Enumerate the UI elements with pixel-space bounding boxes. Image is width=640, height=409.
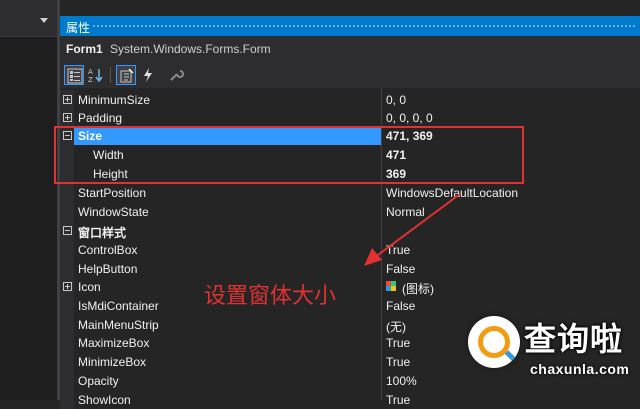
expand-icon[interactable]: [63, 95, 72, 104]
property-name: Padding: [78, 111, 123, 125]
category-name: 窗口样式: [78, 226, 127, 240]
object-selector[interactable]: Form1 System.Windows.Forms.Form: [60, 36, 640, 62]
property-row-windowstate[interactable]: WindowState Normal: [60, 202, 640, 221]
categorized-icon: [67, 68, 83, 84]
svg-text:Z: Z: [88, 76, 93, 83]
property-row-helpbutton[interactable]: HelpButton False: [60, 259, 640, 278]
logo-icon: [468, 316, 520, 368]
alphabetical-button[interactable]: A Z: [86, 65, 106, 85]
highlight-box: [54, 126, 524, 184]
watermark-url: chaxunla.com: [530, 361, 630, 377]
category-row-window-style[interactable]: 窗口样式: [60, 221, 640, 240]
divider: [0, 36, 57, 37]
property-name: HelpButton: [78, 262, 138, 276]
title-grip: [92, 24, 636, 29]
watermark-title: 查询啦: [524, 320, 624, 358]
property-pages-button[interactable]: [166, 65, 186, 85]
expand-icon[interactable]: [63, 113, 72, 122]
property-name: WindowState: [78, 205, 149, 219]
property-value[interactable]: 0, 0, 0, 0: [386, 111, 433, 125]
events-icon: [144, 68, 152, 82]
property-row-icon[interactable]: Icon (图标): [60, 277, 640, 296]
left-pane-header: [0, 0, 57, 36]
property-name: ControlBox: [78, 243, 138, 257]
object-type: System.Windows.Forms.Form: [110, 42, 271, 56]
properties-toolbar: A Z: [60, 62, 640, 88]
categorized-button[interactable]: [64, 65, 84, 85]
expand-icon[interactable]: [63, 282, 72, 291]
svg-text:A: A: [88, 68, 93, 76]
properties-icon: [120, 68, 134, 83]
property-value[interactable]: 0, 0: [386, 93, 406, 107]
watermark-logo: 查询啦 chaxunla.com: [458, 306, 640, 400]
property-value[interactable]: False: [386, 299, 415, 313]
property-name: IsMdiContainer: [78, 299, 159, 313]
property-name: Icon: [78, 280, 101, 294]
property-value[interactable]: (图标): [402, 280, 434, 297]
panel-title-bar: 属性: [60, 16, 640, 36]
alphabetical-icon: A Z: [88, 68, 103, 83]
property-name: MainMenuStrip: [78, 318, 159, 332]
arrow-icon: [364, 193, 461, 266]
property-name: MinimizeBox: [78, 355, 147, 369]
property-name: MinimumSize: [78, 93, 151, 107]
left-pane: [0, 0, 57, 400]
property-name: StartPosition: [78, 186, 147, 200]
toolbar-separator: [110, 67, 111, 83]
collapse-icon[interactable]: [63, 226, 72, 235]
events-button[interactable]: [138, 65, 158, 85]
annotation-text: 设置窗体大小: [204, 284, 337, 309]
property-value[interactable]: 100%: [386, 374, 417, 388]
property-row-startposition[interactable]: StartPosition WindowsDefaultLocation: [60, 183, 640, 202]
property-name: ShowIcon: [78, 393, 131, 407]
property-value[interactable]: True: [386, 393, 410, 407]
property-pages-icon: [170, 70, 184, 81]
property-row-minimumsize[interactable]: MinimumSize 0, 0: [60, 90, 640, 109]
property-name: Opacity: [78, 374, 119, 388]
properties-button[interactable]: [116, 65, 136, 85]
property-row-padding[interactable]: Padding 0, 0, 0, 0: [60, 108, 640, 127]
chevron-down-icon[interactable]: [40, 18, 48, 23]
property-row-controlbox[interactable]: ControlBox True: [60, 240, 640, 259]
panel-title: 属性: [66, 21, 91, 35]
form-icon-preview-icon: [386, 281, 396, 291]
property-value[interactable]: True: [386, 336, 410, 350]
property-value[interactable]: True: [386, 355, 410, 369]
property-name: MaximizeBox: [78, 336, 150, 350]
object-name: Form1: [66, 42, 103, 56]
